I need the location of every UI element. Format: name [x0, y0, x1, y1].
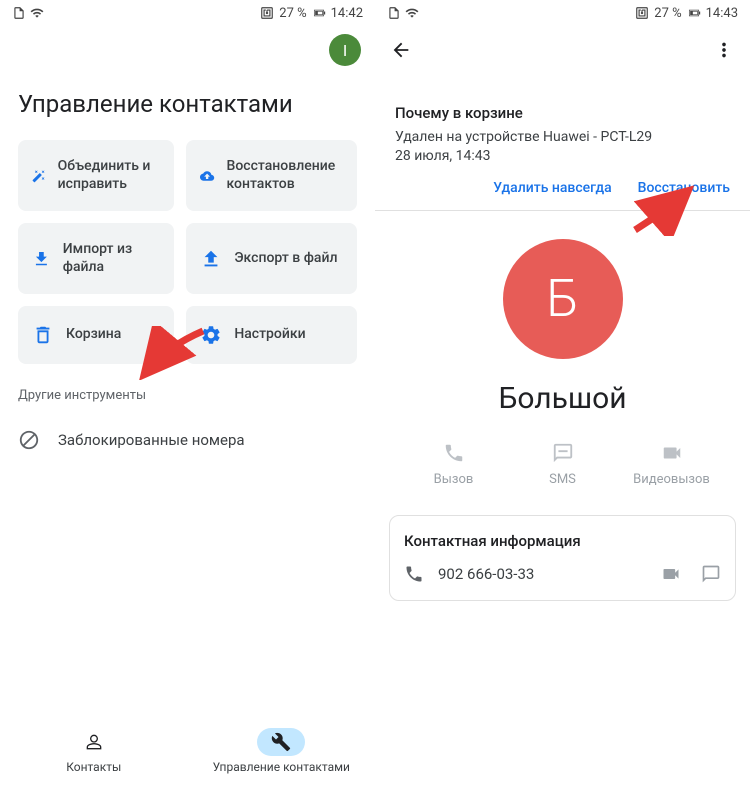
- trash-icon: [32, 324, 54, 346]
- block-icon: [18, 429, 40, 451]
- blocked-numbers-row[interactable]: Заблокированные номера: [0, 415, 375, 465]
- cloud-restore-icon: [200, 165, 214, 187]
- action-call[interactable]: Вызов: [399, 442, 508, 487]
- contact-info-card: Контактная информация 902 666-03-33: [389, 515, 736, 601]
- document-icon: [387, 6, 401, 20]
- battery-text: 27 %: [279, 6, 306, 21]
- sms-icon: [552, 442, 574, 464]
- tile-trash[interactable]: Корзина: [18, 306, 174, 364]
- action-label: Видеовызов: [617, 472, 726, 487]
- page-title: Управление контактами: [0, 74, 375, 140]
- export-icon: [200, 248, 222, 270]
- trash-sub1: Удален на устройстве Huawei - PCT-L29: [395, 128, 730, 147]
- action-label: Вызов: [399, 472, 508, 487]
- back-button[interactable]: [389, 38, 413, 62]
- trash-actions: Удалить навсегда Восстановить: [395, 180, 730, 196]
- document-icon: [12, 6, 26, 20]
- nav-label: Управление контактами: [213, 760, 350, 774]
- trash-info: Почему в корзине Удален на устройстве Hu…: [375, 90, 750, 211]
- status-left: [12, 6, 44, 20]
- tile-restore-contacts[interactable]: Восстановление контактов: [186, 140, 357, 211]
- phone-row: 902 666-03-33: [404, 564, 721, 584]
- wrench-icon: [271, 732, 291, 752]
- nfc-icon: [260, 6, 274, 20]
- other-tools-label: Другие инструменты: [0, 364, 375, 415]
- video-icon[interactable]: [661, 564, 681, 584]
- import-icon: [32, 248, 51, 270]
- tile-label: Объединить и исправить: [58, 158, 161, 193]
- status-time: 14:42: [331, 6, 363, 21]
- nav-contacts[interactable]: Контакты: [0, 728, 188, 796]
- trash-title: Почему в корзине: [395, 104, 730, 122]
- status-bar: 27 % 14:43: [375, 0, 750, 26]
- action-sms[interactable]: SMS: [508, 442, 617, 487]
- call-icon: [404, 564, 424, 584]
- message-icon[interactable]: [701, 564, 721, 584]
- tile-import[interactable]: Импорт из файла: [18, 223, 174, 294]
- topbar: [375, 26, 750, 74]
- status-time: 14:43: [706, 6, 738, 21]
- tile-label: Экспорт в файл: [234, 250, 337, 268]
- call-icon: [443, 442, 465, 464]
- gear-icon: [200, 324, 222, 346]
- tiles-grid: Объединить и исправить Восстановление ко…: [0, 140, 375, 364]
- status-left: [387, 6, 419, 20]
- wifi-icon: [405, 6, 419, 20]
- avatar[interactable]: I: [329, 34, 361, 66]
- topbar: I: [0, 26, 375, 74]
- contact-name: Большой: [375, 381, 750, 416]
- status-bar: 27 % 14:42: [0, 0, 375, 26]
- blocked-label: Заблокированные номера: [58, 431, 245, 449]
- battery-icon: [312, 6, 326, 20]
- wand-icon: [32, 165, 46, 187]
- more-vert-icon: [713, 39, 735, 61]
- delete-forever-button[interactable]: Удалить навсегда: [493, 180, 611, 196]
- trash-sub2: 28 июля, 14:43: [395, 147, 730, 166]
- tile-label: Корзина: [66, 326, 121, 344]
- tile-merge-fix[interactable]: Объединить и исправить: [18, 140, 174, 211]
- tile-label: Импорт из файла: [63, 241, 161, 276]
- overflow-menu-button[interactable]: [712, 38, 736, 62]
- navbar: Контакты Управление контактами: [0, 722, 375, 802]
- battery-icon: [687, 6, 701, 20]
- tile-settings[interactable]: Настройки: [186, 306, 357, 364]
- restore-button[interactable]: Восстановить: [638, 180, 730, 196]
- tile-export[interactable]: Экспорт в файл: [186, 223, 357, 294]
- action-label: SMS: [508, 472, 617, 487]
- tile-label: Восстановление контактов: [227, 158, 343, 193]
- wifi-icon: [30, 6, 44, 20]
- person-icon: [84, 732, 104, 752]
- tile-label: Настройки: [234, 326, 305, 344]
- video-icon: [661, 442, 683, 464]
- status-right: 27 % 14:43: [635, 6, 738, 21]
- info-title: Контактная информация: [404, 532, 721, 550]
- screen-trash-contact: 27 % 14:43 Почему в корзине Удален на ус…: [375, 0, 750, 802]
- contact-actions: Вызов SMS Видеовызов: [375, 442, 750, 507]
- back-arrow-icon: [390, 39, 412, 61]
- battery-text: 27 %: [654, 6, 681, 21]
- phone-number[interactable]: 902 666-03-33: [438, 565, 647, 583]
- screen-manage-contacts: 27 % 14:42 I Управление контактами Объед…: [0, 0, 375, 802]
- nav-label: Контакты: [66, 760, 121, 774]
- nfc-icon: [635, 6, 649, 20]
- nav-manage[interactable]: Управление контактами: [188, 728, 376, 796]
- action-video[interactable]: Видеовызов: [617, 442, 726, 487]
- status-right: 27 % 14:42: [260, 6, 363, 21]
- contact-avatar: Б: [503, 239, 623, 359]
